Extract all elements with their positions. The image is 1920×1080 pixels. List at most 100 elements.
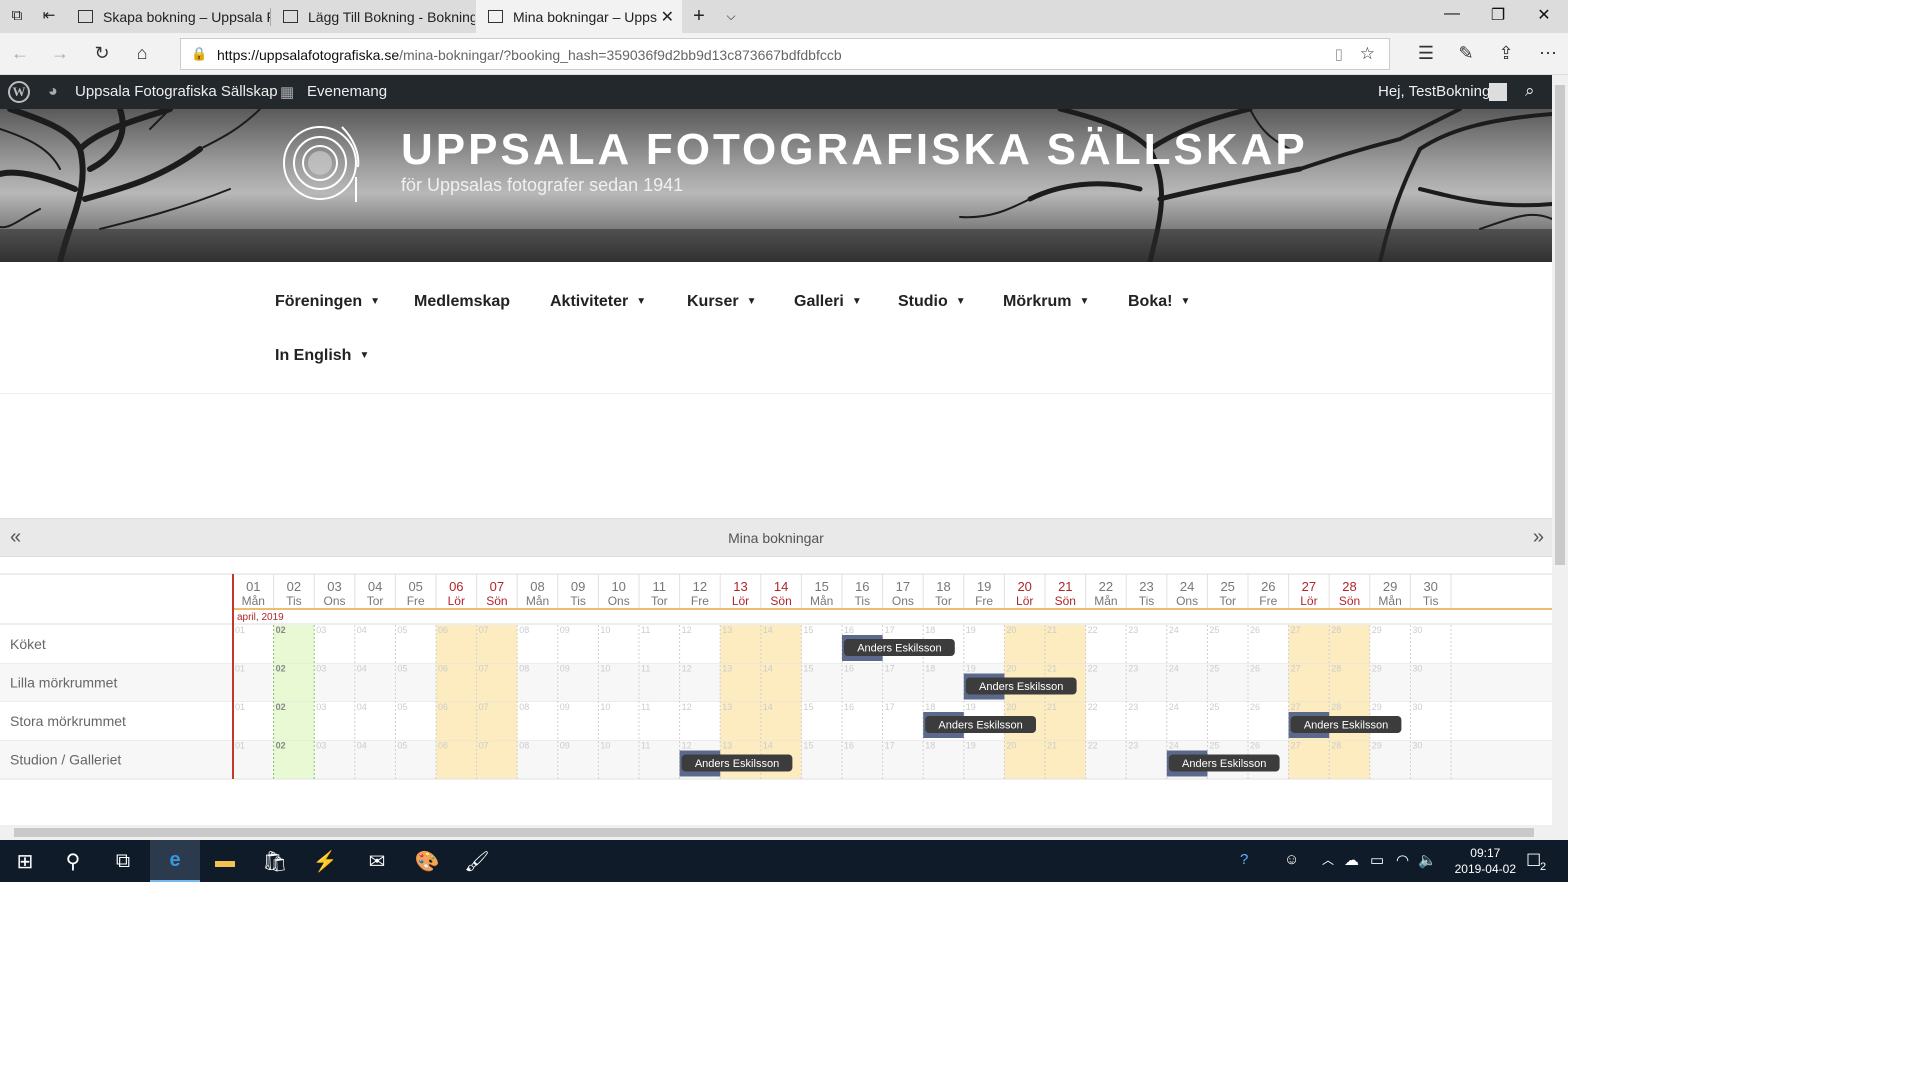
tab-actions-icon[interactable]: ⧉ [8, 7, 26, 25]
cell-day-number: 21 [1047, 741, 1057, 751]
cell-day-number: 13 [722, 625, 732, 635]
edge-browser-icon[interactable]: e [150, 840, 200, 882]
reading-view-icon[interactable]: ▯ [1335, 45, 1343, 63]
nav-item-morkrum[interactable]: Mörkrum ▼ [1003, 293, 1089, 311]
cell-day-number: 03 [316, 741, 326, 751]
browser-tab-3[interactable]: Mina bokningar – Upps ✕ [476, 0, 682, 33]
home-icon[interactable]: ⌂ [130, 43, 154, 64]
help-icon[interactable]: ? [1240, 851, 1248, 868]
avatar[interactable] [1489, 83, 1507, 101]
nav-item-studio[interactable]: Studio ▼ [898, 293, 966, 311]
nav-item-aktiviteter[interactable]: Aktiviteter ▼ [550, 293, 646, 311]
nav-item-medlemskap[interactable]: Medlemskap [414, 293, 510, 311]
cell-day-number: 08 [519, 625, 529, 635]
cell-day-number: 01 [235, 625, 245, 635]
mail-icon[interactable]: ✉ [352, 840, 402, 882]
vertical-scrollbar[interactable] [1552, 75, 1568, 840]
back-icon[interactable]: ← [8, 43, 32, 64]
nav-item-foreningen[interactable]: Föreningen ▼ [275, 293, 380, 311]
favorite-star-icon[interactable]: ☆ [1360, 44, 1375, 64]
cell-day-number: 12 [682, 702, 692, 712]
set-tabs-aside-icon[interactable]: ⇤ [40, 7, 58, 25]
url-field[interactable]: 🔒 https://uppsalafotografiska.se/mina-bo… [180, 38, 1390, 70]
society-logo[interactable] [282, 117, 362, 207]
favorites-icon[interactable]: ☰ [1414, 43, 1438, 64]
weekday-label: Sön [1339, 594, 1360, 608]
cell-day-number: 08 [519, 741, 529, 751]
weekday-label: Mån [526, 594, 549, 608]
search-icon[interactable]: ⌕ [1525, 81, 1535, 101]
cell-day-number: 30 [1412, 625, 1422, 635]
browser-tab-1[interactable]: Skapa bokning – Uppsala Fo [66, 0, 270, 33]
paint-icon[interactable]: 🎨 [402, 840, 452, 882]
share-icon[interactable]: ⇪ [1494, 43, 1518, 64]
people-icon[interactable]: ☺ [1284, 851, 1299, 868]
action-center-icon[interactable]: ☐ [1526, 851, 1541, 871]
day-number-label: 14 [774, 579, 788, 594]
forward-icon[interactable]: → [48, 43, 72, 64]
cell-day-number: 14 [763, 702, 773, 712]
next-period-button[interactable]: » [1533, 526, 1544, 549]
store-icon[interactable]: 🛍 [250, 840, 300, 882]
task-view-icon[interactable]: ⧉ [98, 840, 148, 882]
search-icon[interactable]: ⚲ [48, 840, 98, 882]
day-number-label: 13 [733, 579, 747, 594]
nav-label: Kurser [687, 293, 739, 310]
cell-day-number: 06 [438, 625, 448, 635]
refresh-icon[interactable]: ↻ [90, 43, 114, 64]
cell-day-number: 11 [641, 741, 650, 751]
weekday-label: Fre [1259, 594, 1277, 608]
site-title[interactable]: UPPSALA FOTOGRAFISKA SÄLLSKAP [401, 125, 1308, 175]
chevron-up-icon[interactable]: ︿ [1322, 851, 1334, 868]
day-number-label: 11 [653, 579, 667, 594]
cell-day-number: 05 [397, 625, 407, 635]
onedrive-icon[interactable]: ☁ [1344, 851, 1359, 869]
visual-studio-icon[interactable]: ⚡ [300, 840, 350, 882]
system-clock[interactable]: 09:17 2019-04-02 [1455, 845, 1516, 877]
start-button-icon[interactable]: ⊞ [0, 840, 50, 882]
browser-tab-2[interactable]: Lägg Till Bokning - Bokning [271, 0, 475, 33]
volume-icon[interactable]: 🔈 [1418, 851, 1437, 869]
room-label: Stora mörkrummet [10, 713, 126, 729]
cell-day-number: 14 [763, 664, 773, 674]
booking-name[interactable]: Anders Eskilsson [857, 643, 941, 655]
booking-name[interactable]: Anders Eskilsson [1304, 720, 1388, 732]
weekday-label: Mån [1378, 594, 1401, 608]
cell-day-number: 01 [235, 741, 245, 751]
horizontal-scrollbar[interactable] [0, 825, 1552, 840]
restore-icon[interactable]: ❐ [1488, 5, 1508, 25]
cell-day-number: 15 [803, 741, 813, 751]
cell-day-number: 21 [1047, 625, 1057, 635]
tab-preview-chevron-icon[interactable]: ⌵ [722, 7, 740, 25]
nav-item-in-english[interactable]: In English ▼ [275, 347, 369, 365]
battery-icon[interactable]: ▭ [1370, 851, 1384, 869]
cell-day-number: 10 [600, 625, 610, 635]
day-number-label: 09 [571, 579, 585, 594]
weekday-label: Lör [1016, 594, 1033, 608]
new-tab-icon[interactable]: + [690, 6, 708, 26]
close-tab-icon[interactable]: ✕ [661, 7, 674, 27]
nav-item-galleri[interactable]: Galleri ▼ [794, 293, 862, 311]
cell-day-number: 08 [519, 702, 529, 712]
close-window-icon[interactable]: ✕ [1534, 5, 1554, 25]
admin-site-name-link[interactable]: Uppsala Fotografiska Sällskap [75, 83, 278, 100]
more-icon[interactable]: ⋯ [1536, 43, 1560, 64]
booking-name[interactable]: Anders Eskilsson [938, 720, 1022, 732]
file-explorer-icon[interactable]: ▬ [200, 840, 250, 882]
booking-name[interactable]: Anders Eskilsson [695, 758, 779, 770]
pen-notes-icon[interactable]: ✎ [1454, 43, 1478, 64]
events-link[interactable]: Evenemang [307, 83, 387, 100]
page-icon [283, 10, 298, 23]
wordpress-logo-icon[interactable]: W [8, 81, 30, 103]
weekday-label: Fre [691, 594, 709, 608]
paint-3d-icon[interactable]: 🖌 [452, 840, 502, 882]
weekday-label: Lör [448, 594, 465, 608]
nav-item-boka[interactable]: Boka! ▼ [1128, 293, 1190, 311]
nav-item-kurser[interactable]: Kurser ▼ [687, 293, 756, 311]
wifi-icon[interactable]: ◠ [1396, 851, 1409, 869]
booking-name[interactable]: Anders Eskilsson [1182, 758, 1266, 770]
minimize-icon[interactable]: — [1442, 5, 1462, 23]
site-header: UPPSALA FOTOGRAFISKA SÄLLSKAP för Uppsal… [0, 109, 1552, 262]
user-greeting-link[interactable]: Hej, TestBokning [1378, 83, 1490, 100]
booking-name[interactable]: Anders Eskilsson [979, 681, 1063, 693]
